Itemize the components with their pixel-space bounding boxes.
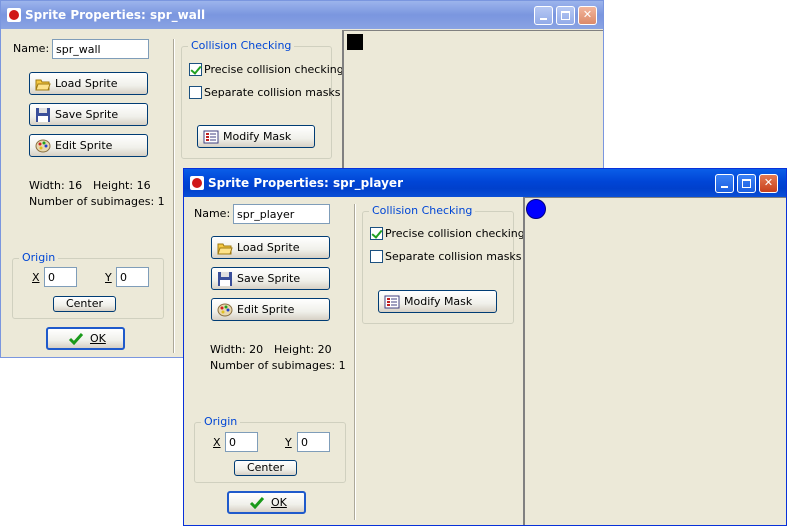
paint-palette-icon <box>35 139 51 153</box>
center-button[interactable]: Center <box>234 460 297 476</box>
separate-masks-label: Separate collision masks <box>204 86 341 99</box>
green-check-icon <box>249 497 265 510</box>
close-button[interactable]: ✕ <box>578 6 597 25</box>
y-field[interactable] <box>297 432 330 452</box>
edit-sprite-button[interactable]: Edit Sprite <box>211 298 330 321</box>
player-sprite <box>526 199 546 219</box>
separate-masks-checkbox[interactable] <box>370 250 383 263</box>
y-label: Y <box>105 271 112 284</box>
mask-grid-icon <box>203 130 219 144</box>
precise-collision-checkbox[interactable] <box>370 227 383 240</box>
load-sprite-button[interactable]: Load Sprite <box>211 236 330 259</box>
x-label: X <box>213 436 221 449</box>
title-bar[interactable]: Sprite Properties: spr_wall ✕ <box>1 1 603 29</box>
y-label: Y <box>285 436 292 449</box>
origin-label: Origin <box>19 251 59 264</box>
modify-mask-label: Modify Mask <box>223 130 292 143</box>
ok-label: OK <box>90 332 106 345</box>
window-title: Sprite Properties: spr_player <box>208 176 403 190</box>
subimages-text: Number of subimages: 1 <box>210 359 346 372</box>
minimize-button[interactable] <box>715 174 734 193</box>
close-button[interactable]: ✕ <box>759 174 778 193</box>
folder-open-icon <box>35 79 51 91</box>
x-field[interactable] <box>44 267 77 287</box>
edit-sprite-label: Edit Sprite <box>237 303 295 316</box>
window-title: Sprite Properties: spr_wall <box>25 8 206 22</box>
name-field[interactable] <box>233 204 330 224</box>
subimages-text: Number of subimages: 1 <box>29 195 165 208</box>
x-label: X <box>32 271 40 284</box>
save-sprite-button[interactable]: Save Sprite <box>29 103 148 126</box>
y-field[interactable] <box>116 267 149 287</box>
wall-sprite <box>347 34 363 50</box>
sprite-window-player: Sprite Properties: spr_player ✕ Name: Lo… <box>183 168 787 526</box>
height-text: Height: 20 <box>274 343 332 356</box>
precise-collision-label: Precise collision checking <box>204 63 344 76</box>
save-sprite-label: Save Sprite <box>55 108 119 121</box>
width-text: Width: 16 <box>29 179 83 192</box>
name-label: Name: <box>13 42 50 55</box>
precise-collision-checkbox[interactable] <box>189 63 202 76</box>
height-text: Height: 16 <box>93 179 151 192</box>
separate-masks-label: Separate collision masks <box>385 250 522 263</box>
collision-label: Collision Checking <box>188 39 295 52</box>
ok-label: OK <box>271 496 287 509</box>
load-sprite-label: Load Sprite <box>237 241 300 254</box>
ok-button[interactable]: OK <box>46 327 125 350</box>
green-check-icon <box>68 333 84 346</box>
maximize-button[interactable] <box>737 174 756 193</box>
divider <box>354 204 356 520</box>
modify-mask-label: Modify Mask <box>404 295 473 308</box>
collision-label: Collision Checking <box>369 204 476 217</box>
center-button[interactable]: Center <box>53 296 116 312</box>
floppy-disk-icon <box>36 108 50 122</box>
origin-label: Origin <box>201 415 241 428</box>
floppy-disk-icon <box>218 272 232 286</box>
load-sprite-button[interactable]: Load Sprite <box>29 72 148 95</box>
modify-mask-button[interactable]: Modify Mask <box>378 290 497 313</box>
edit-sprite-button[interactable]: Edit Sprite <box>29 134 148 157</box>
paint-palette-icon <box>217 303 233 317</box>
sprite-preview <box>523 197 786 525</box>
modify-mask-button[interactable]: Modify Mask <box>197 125 315 148</box>
save-sprite-button[interactable]: Save Sprite <box>211 267 330 290</box>
center-label: Center <box>65 297 104 310</box>
minimize-button[interactable] <box>534 6 553 25</box>
title-bar[interactable]: Sprite Properties: spr_player ✕ <box>184 169 786 197</box>
divider <box>173 39 175 353</box>
ok-button[interactable]: OK <box>227 491 306 514</box>
separate-masks-checkbox[interactable] <box>189 86 202 99</box>
game-maker-icon[interactable] <box>190 176 204 190</box>
precise-collision-label: Precise collision checking <box>385 227 525 240</box>
folder-open-icon <box>217 243 233 255</box>
mask-grid-icon <box>384 295 400 309</box>
x-field[interactable] <box>225 432 258 452</box>
edit-sprite-label: Edit Sprite <box>55 139 113 152</box>
maximize-button[interactable] <box>556 6 575 25</box>
width-text: Width: 20 <box>210 343 264 356</box>
load-sprite-label: Load Sprite <box>55 77 118 90</box>
save-sprite-label: Save Sprite <box>237 272 301 285</box>
name-field[interactable] <box>52 39 149 59</box>
game-maker-icon[interactable] <box>7 8 21 22</box>
center-label: Center <box>246 461 285 474</box>
name-label: Name: <box>194 207 231 220</box>
